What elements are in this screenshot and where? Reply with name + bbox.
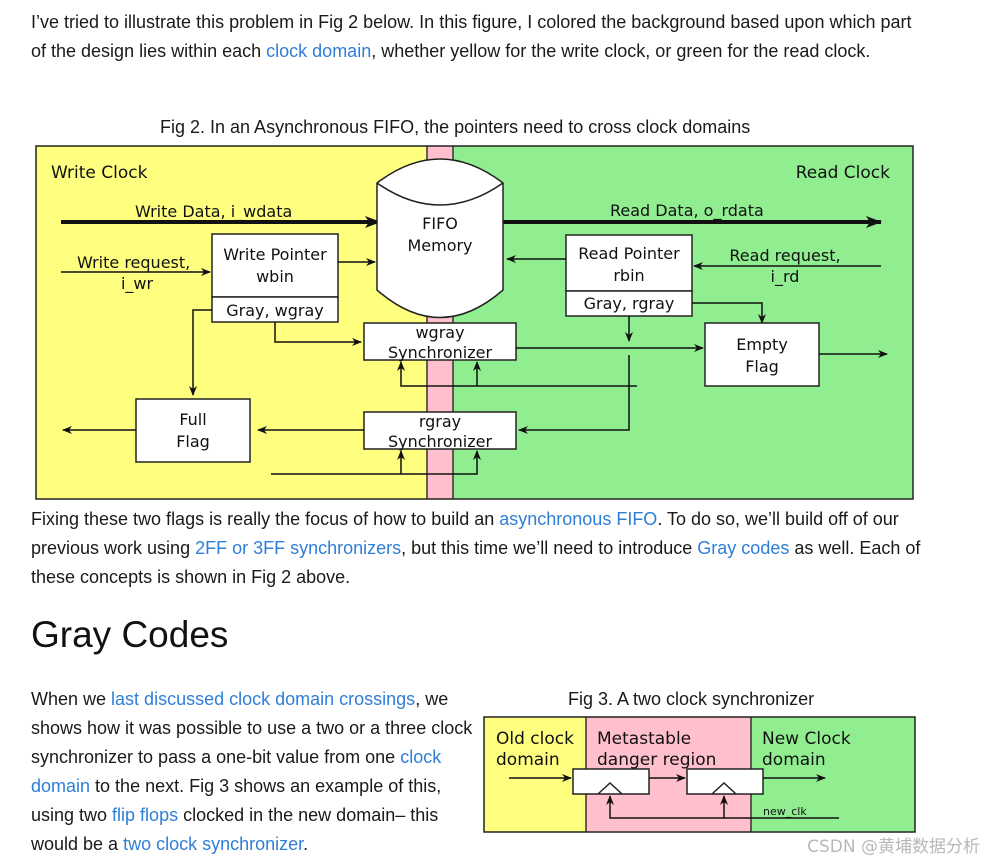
svg-text:rbin: rbin: [613, 266, 644, 285]
asynchronous-fifo-link[interactable]: asynchronous FIFO: [499, 509, 657, 529]
watermark: CSDN @黄埔数据分析: [807, 837, 980, 857]
gray-codes-paragraph: When we last discussed clock domain cros…: [31, 689, 473, 854]
read-pointer-block: Read Pointer rbin Gray, rgray: [565, 234, 693, 317]
svg-text:domain: domain: [496, 750, 560, 770]
clock-domain-crossings-link[interactable]: last discussed clock domain crossings: [111, 689, 415, 709]
fifo-memory: FIFO Memory: [376, 158, 504, 319]
svg-text:Write Pointer: Write Pointer: [223, 245, 327, 264]
fig2-caption: Fig 2. In an Asynchronous FIFO, the poin…: [160, 117, 751, 137]
svg-text:Full: Full: [179, 410, 206, 429]
write-request-label: Write request,: [77, 253, 190, 272]
wgray-synchronizer: wgray Synchronizer: [363, 322, 517, 362]
svg-text:Metastable: Metastable: [597, 729, 691, 749]
svg-text:FIFO: FIFO: [422, 214, 458, 233]
two-clock-synchronizer-link[interactable]: two clock synchronizer: [123, 834, 303, 854]
rgray-synchronizer: rgray Synchronizer: [363, 411, 517, 451]
svg-text:Memory: Memory: [407, 236, 472, 255]
fixing-flags-paragraph: Fixing these two flags is really the foc…: [31, 509, 921, 587]
write-pointer-block: Write Pointer wbin Gray, wgray: [211, 233, 339, 323]
svg-text:Read Pointer: Read Pointer: [578, 244, 680, 263]
fig2-async-fifo-diagram: Write Clock Read Clock Write Data, i_wda…: [35, 145, 914, 500]
svg-text:rgray: rgray: [419, 412, 461, 431]
clock-domain-link[interactable]: clock domain: [266, 41, 371, 61]
write-data-label: Write Data, i_wdata: [135, 202, 292, 222]
fig3-caption: Fig 3. A two clock synchronizer: [568, 689, 815, 709]
empty-flag-block: Empty Flag: [704, 322, 820, 387]
intro-paragraph: I’ve tried to illustrate this problem in…: [31, 12, 912, 61]
svg-text:New Clock: New Clock: [762, 729, 851, 749]
synchronizers-link[interactable]: 2FF or 3FF synchronizers: [195, 538, 401, 558]
read-data-label: Read Data, o_rdata: [610, 201, 764, 221]
read-clock-domain: [453, 146, 913, 499]
read-request-label: Read request,: [729, 246, 840, 265]
new-clk-label: new_clk: [763, 805, 807, 818]
section-heading: Gray Codes: [31, 614, 229, 655]
svg-text:wgray: wgray: [415, 323, 464, 342]
flip-flops-link[interactable]: flip flops: [112, 805, 178, 825]
svg-text:Flag: Flag: [176, 432, 210, 451]
svg-text:Synchronizer: Synchronizer: [388, 432, 493, 451]
svg-text:wbin: wbin: [256, 267, 294, 286]
svg-text:i_wr: i_wr: [121, 274, 154, 294]
svg-text:Empty: Empty: [736, 335, 788, 354]
svg-text:Synchronizer: Synchronizer: [388, 343, 493, 362]
read-clock-label: Read Clock: [796, 163, 890, 183]
full-flag-block: Full Flag: [135, 398, 251, 463]
fig3-two-clock-synchronizer-diagram: Old clock domain Metastable danger regio…: [483, 716, 916, 833]
gray-codes-link[interactable]: Gray codes: [697, 538, 789, 558]
svg-text:danger region: danger region: [597, 750, 716, 770]
svg-text:Flag: Flag: [745, 357, 779, 376]
svg-text:Gray, wgray: Gray, wgray: [226, 301, 324, 320]
svg-text:i_rd: i_rd: [771, 267, 800, 287]
svg-text:Old clock: Old clock: [496, 729, 574, 749]
flip-flop-2: [686, 768, 764, 795]
svg-text:domain: domain: [762, 750, 826, 770]
write-clock-label: Write Clock: [51, 163, 148, 183]
flip-flop-1: [572, 768, 650, 795]
svg-text:Gray, rgray: Gray, rgray: [584, 294, 675, 313]
